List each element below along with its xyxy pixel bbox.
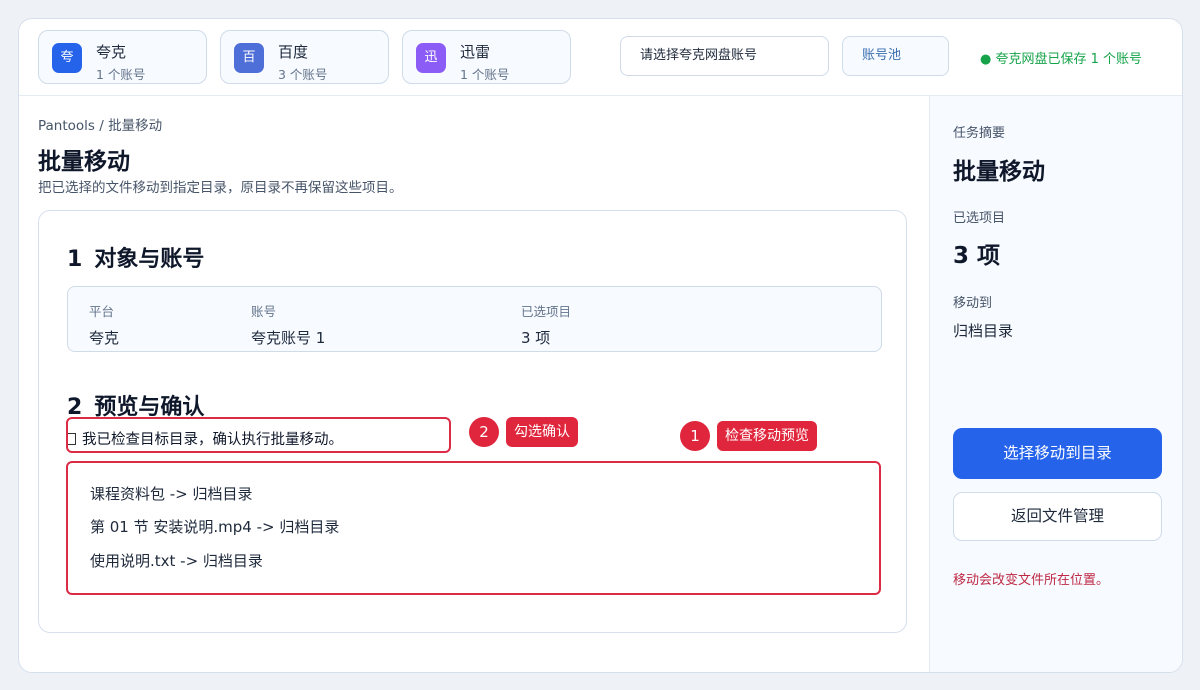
annotation-tag: 勾选确认 bbox=[506, 417, 578, 447]
selected-label: 已选项目 bbox=[953, 211, 1006, 226]
move-warning: 移动会改变文件所在位置。 bbox=[953, 573, 1110, 588]
info-value: 3 项 bbox=[521, 329, 551, 347]
back-to-file-manager-button[interactable]: 返回文件管理 bbox=[953, 492, 1162, 541]
platform-account-count: 1 个账号 bbox=[96, 67, 146, 82]
section-objects-title: 1 对象与账号 bbox=[67, 241, 204, 273]
info-platform: 平台 夸克 bbox=[89, 301, 119, 348]
preview-item: 第 01 节 安装说明.mp4 -> 归档目录 bbox=[90, 518, 340, 536]
summary-label: 任务摘要 bbox=[953, 126, 1006, 141]
annotation-tag: 检查移动预览 bbox=[717, 421, 817, 451]
section-number: 1 bbox=[67, 247, 83, 272]
section-title-text: 对象与账号 bbox=[94, 247, 205, 272]
selected-value: 3 项 bbox=[953, 243, 1001, 269]
platform-account-count: 1 个账号 bbox=[460, 67, 510, 82]
info-value: 夸克账号 1 bbox=[251, 329, 326, 347]
platform-name: 夸克 bbox=[96, 43, 127, 61]
platform-name: 迅雷 bbox=[460, 43, 491, 61]
platform-tab-baidu[interactable]: 百 百度 3 个账号 bbox=[220, 30, 389, 84]
account-select[interactable]: 请选择夸克网盘账号 bbox=[620, 36, 829, 76]
quark-icon: 夸 bbox=[52, 43, 82, 73]
annotation-number-badge: 1 bbox=[680, 421, 710, 451]
page-title: 批量移动 bbox=[38, 149, 130, 175]
preview-item: 使用说明.txt -> 归档目录 bbox=[90, 552, 263, 570]
info-label: 账号 bbox=[251, 304, 277, 319]
info-label: 平台 bbox=[89, 304, 115, 319]
summary-value: 批量移动 bbox=[953, 159, 1045, 185]
info-label: 已选项目 bbox=[521, 304, 572, 319]
moveto-value: 归档目录 bbox=[953, 322, 1014, 340]
baidu-icon: 百 bbox=[234, 43, 264, 73]
platform-name: 百度 bbox=[278, 43, 309, 61]
moveto-label: 移动到 bbox=[953, 296, 993, 311]
info-value: 夸克 bbox=[89, 329, 120, 347]
platform-tab-quark[interactable]: 夸 夸克 1 个账号 bbox=[38, 30, 207, 84]
task-summary-sidebar: 任务摘要 批量移动 已选项目 3 项 移动到 归档目录 选择移动到目录 返回文件… bbox=[929, 96, 1182, 672]
preview-item: 课程资料包 -> 归档目录 bbox=[90, 485, 253, 503]
app-window: 夸 夸克 1 个账号 百 百度 3 个账号 迅 迅雷 1 个账号 请选择夸克网盘… bbox=[18, 18, 1183, 673]
choose-target-folder-button[interactable]: 选择移动到目录 bbox=[953, 428, 1162, 479]
xunlei-icon: 迅 bbox=[416, 43, 446, 73]
info-account: 账号 夸克账号 1 bbox=[251, 301, 325, 348]
page-description: 把已选择的文件移动到指定目录，原目录不再保留这些项目。 bbox=[38, 180, 403, 196]
info-selected: 已选项目 3 项 bbox=[521, 301, 571, 348]
annotation-number-badge: 2 bbox=[469, 417, 499, 447]
object-info-box: 平台 夸克 账号 夸克账号 1 已选项目 3 项 bbox=[67, 286, 882, 352]
account-pool-button[interactable]: 账号池 bbox=[842, 36, 949, 76]
platform-account-count: 3 个账号 bbox=[278, 67, 328, 82]
save-status: ● 夸克网盘已保存 1 个账号 bbox=[980, 52, 1143, 67]
confirm-highlight-box bbox=[66, 417, 451, 453]
breadcrumb: Pantools / 批量移动 bbox=[38, 118, 163, 134]
platform-tab-xunlei[interactable]: 迅 迅雷 1 个账号 bbox=[402, 30, 571, 84]
